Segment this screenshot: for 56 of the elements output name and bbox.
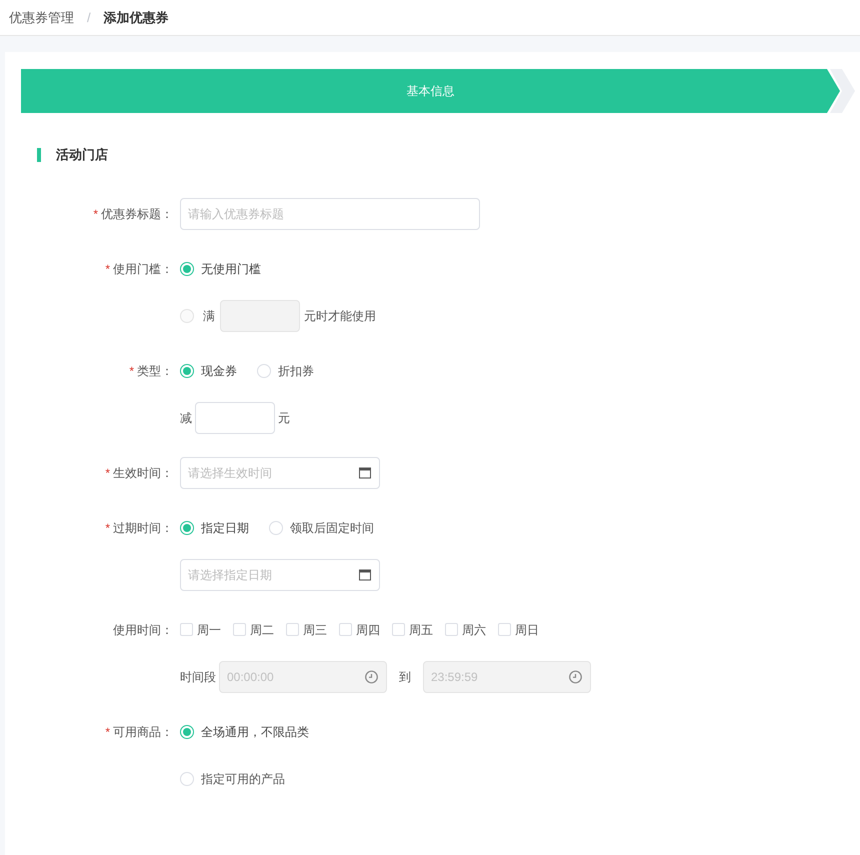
option-label[interactable]: 折扣券 (278, 362, 314, 380)
clock-icon (569, 670, 582, 683)
unit-label: 元 (278, 410, 290, 426)
calendar-icon (359, 569, 371, 580)
field-label: 优惠券标题： (101, 206, 173, 222)
option-label[interactable]: 现金券 (201, 362, 237, 380)
date-picker[interactable]: 请选择指定日期 (180, 558, 380, 590)
date-picker[interactable]: 请选择生效时间 (180, 456, 380, 488)
checkbox[interactable] (392, 623, 405, 636)
required-mark: * (105, 464, 110, 482)
option-label[interactable]: 周日 (515, 620, 539, 638)
required-mark: * (105, 724, 110, 740)
unit-label: 元时才能使用 (304, 308, 376, 324)
option-label[interactable]: 周五 (409, 620, 433, 638)
field-label: 可用商品： (113, 724, 173, 740)
section-marker (37, 148, 41, 162)
field-label: 过期时间： (113, 520, 173, 536)
checkbox[interactable] (180, 623, 193, 636)
option-label[interactable]: 指定日期 (201, 518, 249, 536)
radio-button[interactable] (180, 262, 194, 276)
checkbox[interactable] (233, 623, 246, 636)
required-mark: * (129, 362, 134, 380)
range-separator: 到 (399, 668, 411, 686)
section-title: 活动门店 (56, 146, 108, 164)
radio-button[interactable] (180, 520, 194, 534)
required-mark: * (93, 206, 98, 222)
option-label[interactable]: 领取后固定时间 (290, 518, 374, 536)
field-label: 使用门槛： (113, 260, 173, 278)
radio-button[interactable] (180, 724, 194, 738)
field-label: 类型： (137, 362, 173, 380)
option-label[interactable]: 周三 (303, 620, 327, 638)
option-label[interactable]: 无使用门槛 (201, 260, 261, 278)
field-label: 生效时间： (113, 464, 173, 482)
calendar-icon (359, 467, 371, 478)
text-input[interactable]: 请输入优惠券标题 (180, 198, 480, 230)
option-label[interactable]: 周四 (356, 620, 380, 638)
required-mark: * (105, 260, 110, 278)
clock-icon (365, 670, 378, 683)
option-label[interactable]: 全场通用，不限品类 (201, 722, 309, 740)
breadcrumb-separator: / (87, 8, 91, 27)
option-label[interactable]: 周六 (462, 620, 486, 638)
checkbox[interactable] (445, 623, 458, 636)
time-range-label: 时间段 (180, 668, 216, 686)
option-label[interactable]: 周一 (197, 620, 221, 638)
amount-prefix: 减 (180, 410, 192, 426)
breadcrumb-item: 添加优惠券 (104, 8, 169, 27)
checkbox[interactable] (339, 623, 352, 636)
breadcrumb-item[interactable]: 优惠券管理 (9, 8, 74, 28)
radio-button[interactable] (180, 364, 194, 378)
field-label: 使用时间： (113, 622, 173, 638)
required-mark: * (105, 520, 110, 536)
checkbox[interactable] (498, 623, 511, 636)
checkbox[interactable] (286, 623, 299, 636)
amount-input[interactable] (195, 402, 275, 434)
option-label[interactable]: 周二 (250, 620, 274, 638)
option-label[interactable]: 指定可用的产品 (201, 770, 285, 788)
